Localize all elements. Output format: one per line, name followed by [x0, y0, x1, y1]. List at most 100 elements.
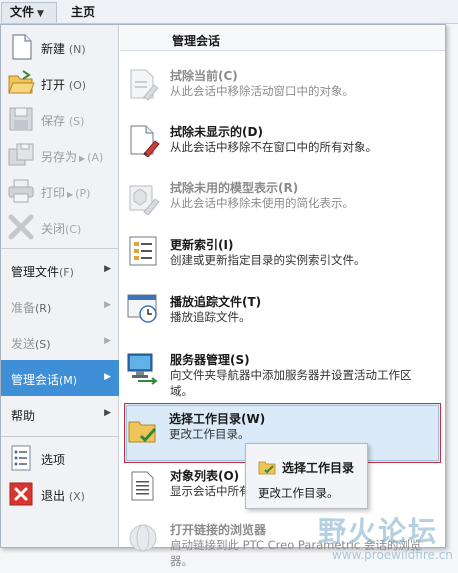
- erase-not-displayed-item[interactable]: 拭除未显示的(D) 从此会话中移除不在窗口中的所有对象。: [120, 117, 445, 179]
- menu-new-shortcut: (N): [68, 43, 86, 56]
- watermark-logo: 野火论坛 www.proewildfire.cn: [310, 506, 456, 570]
- working-directory-icon: [128, 421, 157, 443]
- print-icon: [8, 179, 34, 203]
- menu-open[interactable]: 打开 (O): [1, 65, 119, 101]
- menu-close[interactable]: 关闭(C): [1, 209, 119, 245]
- close-x-icon: [8, 214, 34, 240]
- chevron-right-icon: ▶: [104, 300, 111, 310]
- new-document-icon: [12, 34, 32, 60]
- watermark-text: 野火论坛: [318, 515, 439, 548]
- menu-save-as-shortcut: (A): [87, 151, 104, 164]
- divider: [1, 248, 119, 249]
- menu-save[interactable]: 保存 (S): [1, 101, 119, 137]
- menu-print-shortcut: (P): [75, 187, 91, 200]
- erase-unused-reps-title: 拭除未用的模型表示(R): [170, 181, 299, 195]
- erase-not-displayed-icon: [130, 125, 160, 157]
- submenu-prepare-label: 准备: [11, 301, 36, 315]
- submenu-manage-file[interactable]: 管理文件(F) ▶: [1, 252, 119, 288]
- chevron-right-icon: ▶: [104, 336, 111, 346]
- chevron-down-icon: ▼: [37, 9, 44, 19]
- save-as-icon: [8, 143, 34, 166]
- play-trail-desc: 播放追踪文件。: [170, 310, 251, 324]
- menu-save-as[interactable]: 另存为 ▶ (A): [1, 137, 119, 173]
- chevron-right-icon: ▶: [104, 372, 111, 382]
- working-directory-desc: 更改工作目录。: [169, 427, 250, 441]
- server-management-item[interactable]: 服务器管理(S) 向文件夹导航器中添加服务器并设置活动工作区域。: [120, 345, 445, 405]
- submenu-prepare-shortcut: (R): [35, 302, 52, 315]
- tooltip: 选择工作目录 更改工作目录。: [245, 443, 368, 509]
- linked-browser-title: 打开链接的浏览器: [170, 523, 267, 537]
- menu-exit[interactable]: 退出 (X): [1, 476, 119, 512]
- menu-new-label: 新建: [41, 42, 66, 56]
- menu-close-label: 关闭: [41, 222, 66, 236]
- chevron-right-icon: ▶: [104, 264, 111, 274]
- tab-file-label: 文件: [10, 5, 35, 19]
- working-directory-icon: [258, 461, 276, 475]
- tooltip-desc: 更改工作目录。: [258, 486, 339, 500]
- server-management-desc: 向文件夹导航器中添加服务器并设置活动工作区域。: [170, 368, 412, 398]
- submenu-help[interactable]: 帮助 ▶: [1, 396, 119, 432]
- object-list-title: 对象列表(O): [170, 469, 240, 483]
- erase-current-item[interactable]: 拭除当前(C) 从此会话中移除活动窗口中的对象。: [120, 61, 445, 115]
- ribbon-tab-bar: 文件 ▼ 主页: [0, 0, 458, 24]
- menu-open-shortcut: (O): [68, 79, 87, 92]
- submenu-send-shortcut: (S): [35, 338, 51, 351]
- erase-current-desc: 从此会话中移除活动窗口中的对象。: [170, 84, 354, 98]
- menu-new[interactable]: 新建 (N): [1, 29, 119, 65]
- server-management-title: 服务器管理(S): [170, 353, 250, 367]
- erase-unused-reps-desc: 从此会话中移除未使用的简化表示。: [170, 196, 354, 210]
- submenu-manage-session-label: 管理会话: [11, 373, 60, 387]
- erase-not-displayed-title: 拭除未显示的(D): [170, 125, 263, 139]
- watermark-url: www.proewildfire.cn: [332, 548, 453, 562]
- file-menu: 新建 (N) 打开 (O) 保存 (S) 另存为 ▶ (A) 打印 ▶ (P) …: [0, 24, 446, 568]
- menu-options-label: 选项: [41, 453, 66, 467]
- tooltip-title: 选择工作目录: [282, 461, 355, 475]
- linked-browser-icon: [129, 524, 157, 552]
- submenu-send-label: 发送: [11, 337, 36, 351]
- submenu-manage-session[interactable]: 管理会话(M) ▶: [1, 360, 119, 396]
- erase-unused-reps-icon: [129, 185, 160, 215]
- menu-open-label: 打开: [41, 78, 66, 92]
- exit-icon: [9, 482, 33, 506]
- chevron-right-icon: ▶: [104, 408, 111, 418]
- play-trail-title: 播放追踪文件(T): [170, 295, 262, 309]
- menu-close-shortcut: (C): [65, 223, 82, 236]
- tab-home-label: 主页: [71, 5, 96, 19]
- play-trail-item[interactable]: 播放追踪文件(T) 播放追踪文件。: [120, 287, 445, 341]
- menu-options[interactable]: 选项: [1, 440, 119, 476]
- working-directory-title: 选择工作目录(W): [169, 412, 266, 426]
- menu-exit-shortcut: (X): [68, 490, 85, 503]
- update-index-desc: 创建或更新指定目录的实例索引文件。: [170, 253, 366, 267]
- play-trail-icon: [127, 294, 157, 323]
- menu-print-label: 打印: [41, 186, 66, 200]
- divider: [1, 436, 119, 437]
- server-management-icon: [127, 353, 158, 385]
- open-folder-icon: [8, 70, 35, 94]
- options-list-icon: [11, 445, 31, 471]
- submenu-manage-file-label: 管理文件: [11, 265, 60, 279]
- update-index-item[interactable]: 更新索引(I) 创建或更新指定目录的实例索引文件。: [120, 232, 445, 286]
- panel-title: 管理会话: [172, 34, 221, 48]
- update-index-icon: [129, 236, 157, 266]
- submenu-manage-session-shortcut: (M): [59, 374, 78, 387]
- update-index-title: 更新索引(I): [170, 238, 234, 252]
- panel-header: 管理会话: [120, 25, 445, 51]
- submenu-help-label: 帮助: [11, 409, 36, 423]
- submenu-send[interactable]: 发送(S) ▶: [1, 324, 119, 360]
- menu-save-shortcut: (S): [68, 115, 85, 128]
- file-menu-left-pane: 新建 (N) 打开 (O) 保存 (S) 另存为 ▶ (A) 打印 ▶ (P) …: [1, 25, 119, 547]
- tab-home[interactable]: 主页: [62, 2, 114, 23]
- menu-exit-label: 退出: [41, 489, 66, 503]
- save-icon: [9, 107, 33, 131]
- menu-save-as-label: 另存为: [41, 150, 78, 164]
- menu-save-label: 保存: [41, 114, 66, 128]
- erase-current-title: 拭除当前(C): [170, 69, 238, 83]
- submenu-manage-file-shortcut: (F): [59, 266, 74, 279]
- erase-not-displayed-desc: 从此会话中移除不在窗口中的所有对象。: [170, 140, 377, 154]
- erase-unused-reps-item[interactable]: 拭除未用的模型表示(R) 从此会话中移除未使用的简化表示。: [120, 179, 445, 233]
- object-list-icon: [131, 471, 154, 501]
- submenu-prepare[interactable]: 准备(R) ▶: [1, 288, 119, 324]
- menu-print[interactable]: 打印 ▶ (P): [1, 173, 119, 209]
- tab-file[interactable]: 文件 ▼: [1, 2, 57, 23]
- erase-current-icon: [130, 69, 159, 101]
